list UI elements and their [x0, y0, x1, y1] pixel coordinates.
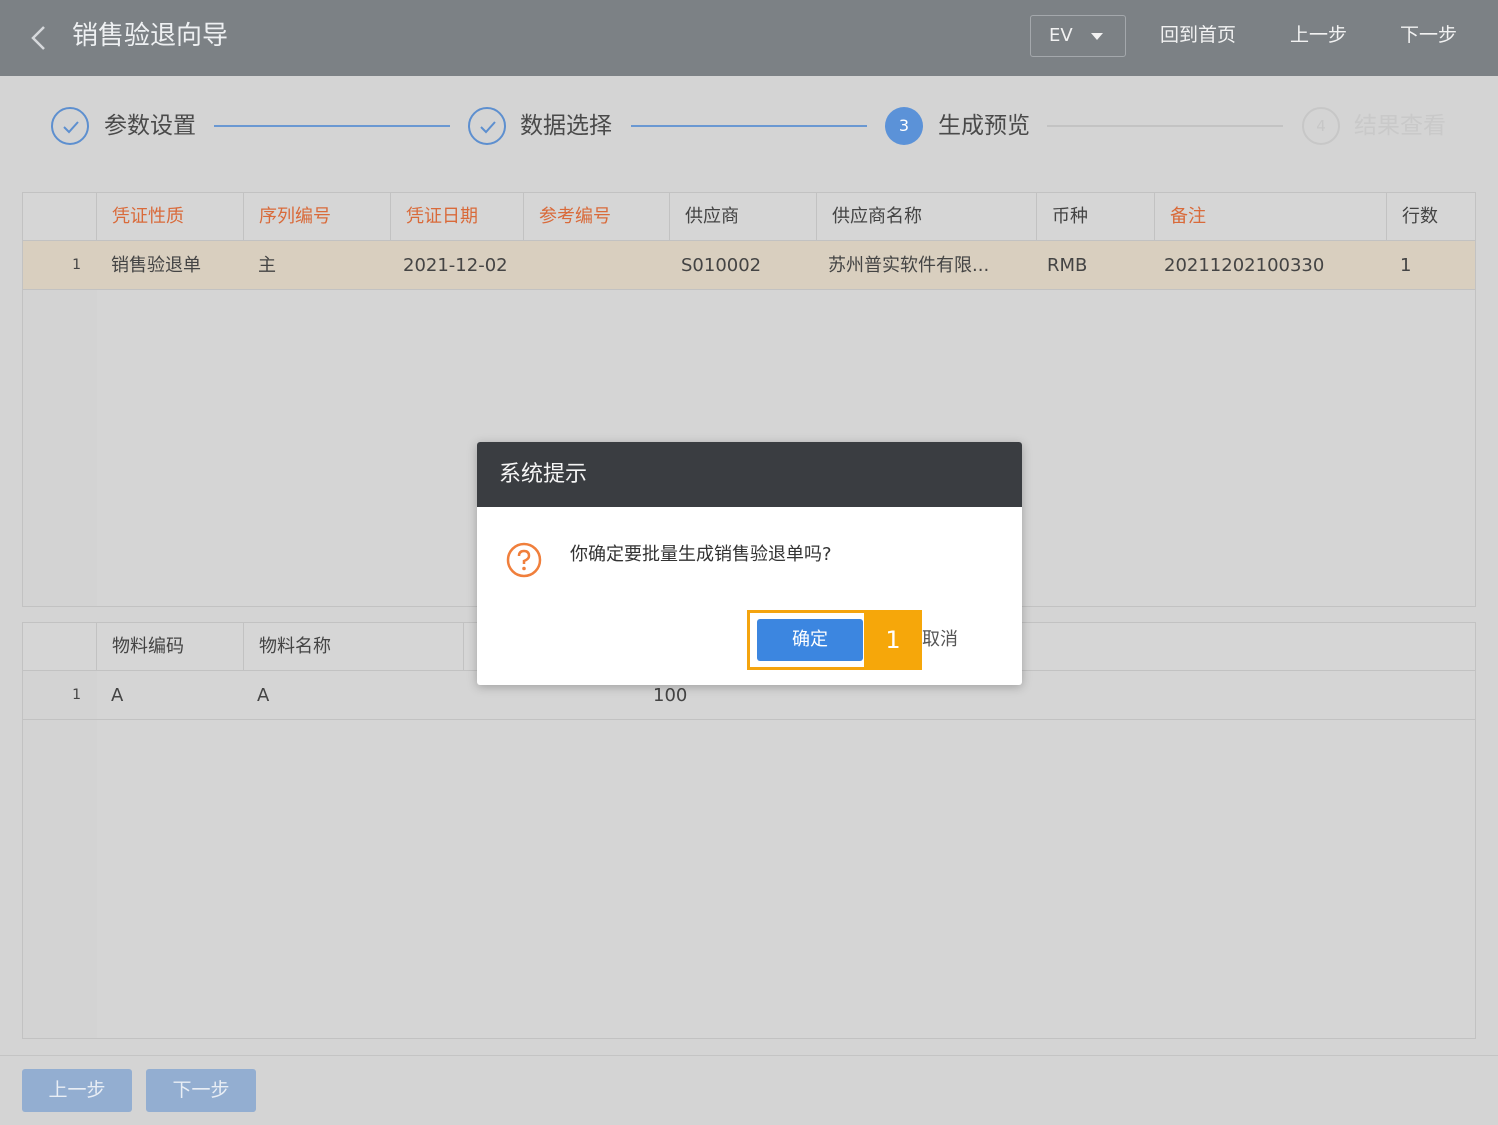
col-supplier-name[interactable]: 供应商名称 [816, 193, 1036, 241]
row-number: 1 [72, 257, 81, 273]
col-serial-no[interactable]: 序列编号 [243, 193, 390, 241]
footer-next-button[interactable]: 下一步 [146, 1069, 256, 1112]
col-material-name[interactable]: 物料名称 [243, 623, 463, 671]
step-4-number: 4 [1302, 107, 1340, 145]
dialog-header: 系统提示 [477, 442, 1022, 507]
page-title: 销售验退向导 [72, 21, 229, 51]
header-prev-button[interactable]: 上一步 [1290, 20, 1347, 50]
step-1-check-icon [51, 107, 89, 145]
confirm-button[interactable]: 确定 [757, 619, 863, 661]
dialog-message: 你确定要批量生成销售验退单吗? [570, 544, 832, 565]
col-voucher-type[interactable]: 凭证性质 [96, 193, 244, 241]
cancel-button[interactable]: 取消 [922, 625, 958, 655]
confirm-dialog: 系统提示 你确定要批量生成销售验退单吗? 确定 1 取消 [477, 442, 1022, 685]
step-3-number: 3 [885, 107, 923, 145]
footer-prev-button[interactable]: 上一步 [22, 1069, 132, 1112]
step-connector [631, 125, 867, 127]
cell-voucher-date: 2021-12-02 [403, 255, 508, 276]
row-number: 1 [72, 687, 81, 703]
col-voucher-date[interactable]: 凭证日期 [390, 193, 523, 241]
step-4-label: 结果查看 [1354, 113, 1446, 139]
col-currency[interactable]: 币种 [1036, 193, 1154, 241]
question-icon [506, 542, 542, 578]
cell-material-name: A [257, 685, 270, 706]
col-remark[interactable]: 备注 [1154, 193, 1386, 241]
cell-material-code: A [111, 685, 124, 706]
cell-supplier: S010002 [681, 255, 762, 276]
cell-voucher-type: 销售验退单 [111, 255, 201, 276]
home-button[interactable]: 回到首页 [1160, 20, 1236, 50]
step-3-label: 生成预览 [938, 113, 1030, 139]
col-line-count[interactable]: 行数 [1386, 193, 1476, 241]
footer-divider [0, 1055, 1498, 1056]
cell-remark: 20211202100330 [1164, 255, 1325, 276]
table-row[interactable]: 1 销售验退单 主 2021-12-02 S010002 苏州普实软件有限...… [23, 241, 1475, 290]
col-material-code[interactable]: 物料编码 [96, 623, 244, 671]
header-next-button[interactable]: 下一步 [1400, 20, 1457, 50]
step-badge: 1 [864, 610, 922, 670]
dialog-title: 系统提示 [499, 462, 588, 487]
step-2-check-icon [468, 107, 506, 145]
cell-supplier-name: 苏州普实软件有限... [828, 255, 990, 276]
cell-currency: RMB [1047, 255, 1088, 276]
cell-ref-no [538, 241, 666, 290]
back-arrow-icon[interactable] [24, 22, 56, 54]
voucher-table-header: 凭证性质 序列编号 凭证日期 参考编号 供应商 供应商名称 币种 备注 行数 [23, 193, 1475, 241]
step-connector [1047, 125, 1283, 127]
cell-serial-no: 主 [258, 255, 276, 276]
cell-line-count: 1 [1400, 255, 1412, 276]
step-connector [214, 125, 450, 127]
step-1-label: 参数设置 [104, 113, 196, 139]
language-select-value: EV [1049, 25, 1073, 46]
col-ref-no[interactable]: 参考编号 [523, 193, 669, 241]
language-select[interactable]: EV [1030, 15, 1126, 57]
app-header: 销售验退向导 EV 回到首页 上一步 下一步 [0, 0, 1498, 76]
chevron-down-icon [1091, 33, 1103, 40]
step-2-label: 数据选择 [520, 113, 612, 139]
col-supplier[interactable]: 供应商 [669, 193, 816, 241]
